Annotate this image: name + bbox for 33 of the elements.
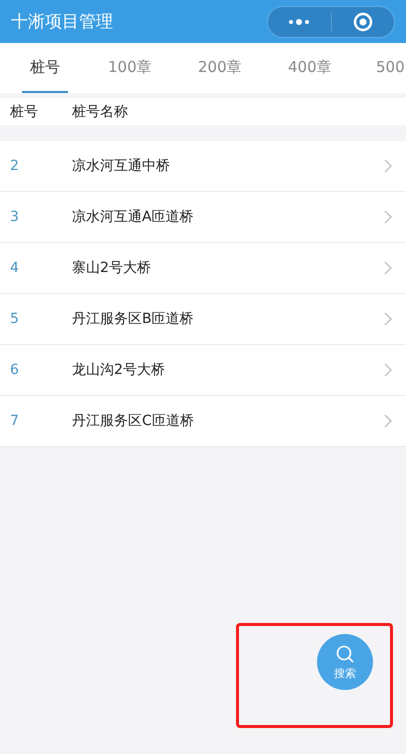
row-number: 6 (10, 362, 20, 378)
row-name: 凉水河互通中桥 (72, 157, 171, 175)
row-name: 龙山沟2号大桥 (72, 361, 166, 379)
tab[interactable]: 100章 (108, 43, 152, 93)
row-number: 4 (10, 260, 20, 276)
list-row[interactable]: 3 凉水河互通A匝道桥 (0, 192, 406, 243)
chevron-icon (384, 414, 392, 428)
row-name: 凉水河互通A匝道桥 (72, 208, 195, 226)
list-row[interactable]: 7 丹江服务区C匝道桥 (0, 396, 406, 447)
chevron-icon (384, 261, 392, 275)
list-row[interactable]: 2 凉水河互通中桥 (0, 141, 406, 192)
row-number: 3 (10, 209, 20, 225)
row-name: 寨山2号大桥 (72, 259, 152, 277)
list-row[interactable]: 5 丹江服务区B匝道桥 (0, 294, 406, 345)
tab[interactable]: 400章 (288, 43, 332, 93)
chevron-icon (384, 363, 392, 377)
tab[interactable]: 500 (376, 43, 405, 93)
tab[interactable]: 200章 (198, 43, 242, 93)
column-header: 桩号 (10, 102, 39, 120)
row-name: 丹江服务区C匝道桥 (72, 412, 195, 430)
tab[interactable]: 桩号 (22, 43, 68, 93)
row-number: 5 (10, 311, 20, 327)
row-number: 7 (10, 413, 20, 429)
app-title: 十淅项目管理 (11, 11, 113, 33)
chevron-icon (384, 312, 392, 326)
list-row[interactable]: 4 寨山2号大桥 (0, 243, 406, 294)
chevron-icon (384, 159, 392, 173)
search-icon (335, 644, 355, 664)
chevron-icon (384, 210, 392, 224)
list-row[interactable]: 6 龙山沟2号大桥 (0, 345, 406, 396)
row-name: 丹江服务区B匝道桥 (72, 310, 195, 328)
column-header: 桩号名称 (72, 102, 129, 120)
row-number: 2 (10, 158, 20, 174)
